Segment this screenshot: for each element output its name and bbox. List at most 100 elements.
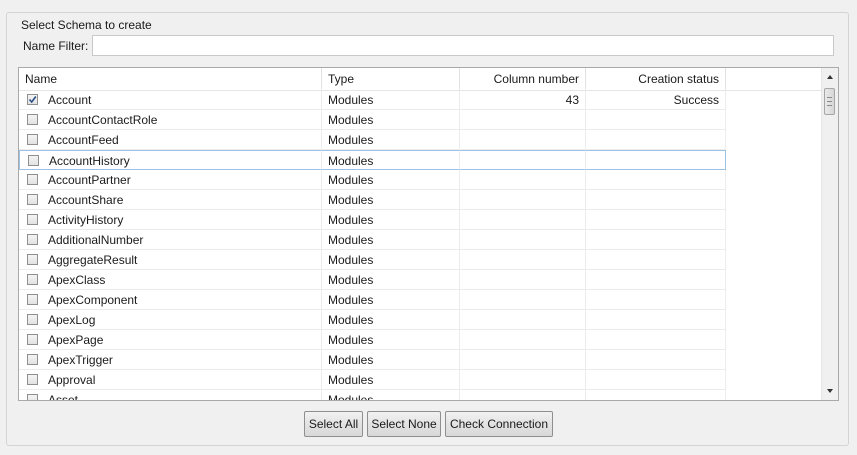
cell-column-number bbox=[460, 330, 586, 350]
row-name-label: Account bbox=[48, 93, 92, 107]
table-row[interactable]: Account Modules 43 Success bbox=[19, 90, 821, 110]
name-filter-input[interactable] bbox=[92, 35, 834, 56]
cell-type: Modules bbox=[322, 330, 460, 350]
scroll-up-icon[interactable] bbox=[825, 72, 835, 82]
cell-type: Modules bbox=[322, 150, 460, 170]
row-name-label: AccountContactRole bbox=[48, 113, 158, 127]
checkbox[interactable] bbox=[27, 274, 38, 285]
cell-creation-status bbox=[586, 350, 726, 370]
cell-name: ApexLog bbox=[19, 310, 322, 330]
table-row[interactable]: AccountPartner Modules bbox=[19, 170, 821, 190]
cell-column-number bbox=[460, 390, 586, 400]
cell-type: Modules bbox=[322, 310, 460, 330]
cell-name: AccountContactRole bbox=[19, 110, 322, 130]
column-header-column-number[interactable]: Column number bbox=[460, 68, 586, 90]
table-row[interactable]: AdditionalNumber Modules bbox=[19, 230, 821, 250]
cell-column-number bbox=[460, 370, 586, 390]
cell-name: ApexClass bbox=[19, 270, 322, 290]
cell-name: ApexPage bbox=[19, 330, 322, 350]
table-row[interactable]: ActivityHistory Modules bbox=[19, 210, 821, 230]
checkbox[interactable] bbox=[27, 294, 38, 305]
cell-column-number bbox=[460, 130, 586, 150]
row-name-label: ApexClass bbox=[48, 273, 106, 287]
column-header-creation-status[interactable]: Creation status bbox=[586, 68, 726, 90]
cell-creation-status bbox=[586, 330, 726, 350]
cell-creation-status bbox=[586, 310, 726, 330]
table-row[interactable]: AggregateResult Modules bbox=[19, 250, 821, 270]
cell-creation-status bbox=[586, 290, 726, 310]
cell-type: Modules bbox=[322, 350, 460, 370]
column-header-name[interactable]: Name bbox=[19, 68, 322, 90]
table-row[interactable]: Approval Modules bbox=[19, 370, 821, 390]
scrollbar-thumb[interactable] bbox=[824, 88, 835, 115]
table-row[interactable]: AccountShare Modules bbox=[19, 190, 821, 210]
table-header: Name Type Column number Creation status bbox=[19, 68, 821, 91]
cell-creation-status bbox=[586, 150, 726, 170]
checkbox[interactable] bbox=[27, 194, 38, 205]
row-name-label: AggregateResult bbox=[48, 253, 138, 267]
cell-type: Modules bbox=[322, 230, 460, 250]
cell-type: Modules bbox=[322, 170, 460, 190]
row-name-label: Approval bbox=[48, 373, 96, 387]
cell-name: AdditionalNumber bbox=[19, 230, 322, 250]
table-row[interactable]: AccountHistory Modules bbox=[19, 150, 821, 170]
table-row[interactable]: ApexLog Modules bbox=[19, 310, 821, 330]
row-name-label: AccountFeed bbox=[48, 133, 119, 147]
checkbox[interactable] bbox=[28, 155, 39, 166]
cell-column-number: 43 bbox=[460, 90, 586, 110]
checkbox[interactable] bbox=[27, 134, 38, 145]
table-row[interactable]: ApexPage Modules bbox=[19, 330, 821, 350]
checkbox[interactable] bbox=[27, 114, 38, 125]
checkbox[interactable] bbox=[27, 354, 38, 365]
checkbox[interactable] bbox=[27, 394, 38, 400]
column-header-type[interactable]: Type bbox=[322, 68, 460, 90]
cell-type: Modules bbox=[322, 250, 460, 270]
vertical-scrollbar[interactable] bbox=[821, 68, 838, 400]
cell-type: Modules bbox=[322, 130, 460, 150]
cell-creation-status bbox=[586, 250, 726, 270]
cell-name: AccountShare bbox=[19, 190, 322, 210]
table-row[interactable]: AccountContactRole Modules bbox=[19, 110, 821, 130]
row-name-label: Asset bbox=[48, 393, 79, 400]
checkbox[interactable] bbox=[27, 234, 38, 245]
table-row[interactable]: Asset Modules bbox=[19, 390, 821, 400]
cell-creation-status bbox=[586, 370, 726, 390]
cell-creation-status bbox=[586, 390, 726, 400]
cell-column-number bbox=[460, 190, 586, 210]
cell-type: Modules bbox=[322, 210, 460, 230]
cell-column-number bbox=[460, 270, 586, 290]
checkmark-icon bbox=[28, 96, 37, 104]
cell-column-number bbox=[460, 110, 586, 130]
table-row[interactable]: ApexComponent Modules bbox=[19, 290, 821, 310]
table-row[interactable]: AccountFeed Modules bbox=[19, 130, 821, 150]
checkbox[interactable] bbox=[27, 334, 38, 345]
cell-name: AccountPartner bbox=[19, 170, 322, 190]
scroll-down-icon[interactable] bbox=[825, 386, 835, 396]
cell-name: AccountFeed bbox=[19, 130, 322, 150]
cell-creation-status bbox=[586, 210, 726, 230]
checkbox[interactable] bbox=[27, 314, 38, 325]
cell-creation-status bbox=[586, 130, 726, 150]
row-name-label: ApexComponent bbox=[48, 293, 138, 307]
cell-column-number bbox=[460, 230, 586, 250]
check-connection-button[interactable]: Check Connection bbox=[445, 411, 553, 437]
checkbox[interactable] bbox=[27, 214, 38, 225]
cell-creation-status bbox=[586, 110, 726, 130]
checkbox-checked[interactable] bbox=[27, 94, 38, 105]
cell-name: Approval bbox=[19, 370, 322, 390]
cell-creation-status: Success bbox=[586, 90, 726, 110]
schema-table: Name Type Column number Creation status … bbox=[18, 67, 839, 401]
cell-type: Modules bbox=[322, 390, 460, 400]
row-name-label: AccountPartner bbox=[48, 173, 131, 187]
table-row[interactable]: ApexClass Modules bbox=[19, 270, 821, 290]
checkbox[interactable] bbox=[27, 374, 38, 385]
cell-column-number bbox=[460, 290, 586, 310]
checkbox[interactable] bbox=[27, 254, 38, 265]
table-row[interactable]: ApexTrigger Modules bbox=[19, 350, 821, 370]
checkbox[interactable] bbox=[27, 174, 38, 185]
row-name-label: AccountHistory bbox=[49, 154, 130, 168]
group-title: Select Schema to create bbox=[19, 18, 154, 32]
select-all-button[interactable]: Select All bbox=[304, 411, 363, 437]
select-none-button[interactable]: Select None bbox=[367, 411, 441, 437]
cell-name: AggregateResult bbox=[19, 250, 322, 270]
